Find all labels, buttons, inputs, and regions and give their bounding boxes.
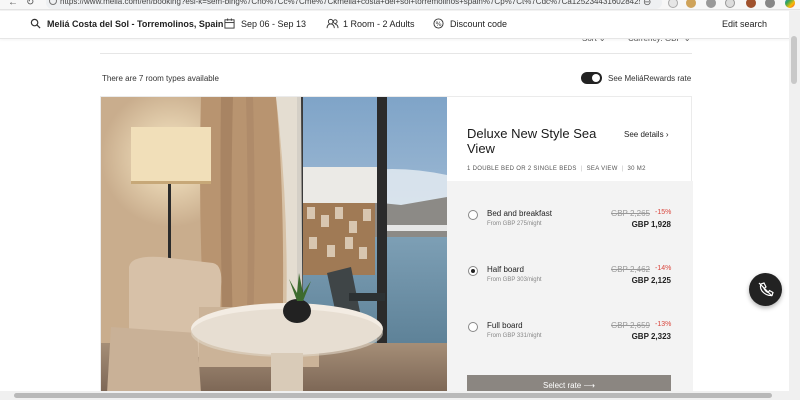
rate-old-price: GBP 2,659 <box>611 321 650 330</box>
hotel-name[interactable]: Meliá Costa del Sol - Torremolinos, Spai… <box>47 18 223 30</box>
rate-discount: -13% <box>655 321 672 328</box>
discount-icon: % <box>433 18 444 29</box>
see-details-link[interactable]: See details › <box>624 130 668 139</box>
rate-radio[interactable] <box>468 210 478 220</box>
room-card: Deluxe New Style Sea View See details › … <box>100 96 693 397</box>
rate-per-night: From GBP 275/night <box>487 221 542 227</box>
copilot-icon[interactable] <box>785 0 795 8</box>
calendar-icon <box>224 18 235 29</box>
extension-icon[interactable] <box>686 0 696 8</box>
stay-dates[interactable]: Sep 06 - Sep 13 <box>241 18 306 30</box>
rate-radio-selected[interactable] <box>468 266 478 276</box>
guests-icon <box>326 18 339 29</box>
feature-size: 30 M2 <box>627 166 646 172</box>
rate-name: Full board <box>487 321 523 330</box>
rate-price: GBP 2,125 <box>631 276 671 285</box>
feature-beds: 1 DOUBLE BED OR 2 SINGLE BEDS <box>467 166 577 172</box>
back-icon[interactable]: ← <box>8 0 18 9</box>
room-title: Deluxe New Style Sea View <box>467 126 597 156</box>
menu-dots-icon[interactable] <box>765 0 775 8</box>
room-features: 1 DOUBLE BED OR 2 SINGLE BEDS | SEA VIEW | 3… <box>467 166 646 172</box>
vertical-scroll-thumb[interactable] <box>791 36 797 84</box>
phone-icon <box>758 282 774 297</box>
search-summary-bar: Meliá Costa del Sol - Torremolinos, Spai… <box>0 11 800 39</box>
refresh-icon[interactable]: ↻ <box>26 0 34 9</box>
browser-toolbar: ← ↻ https://www.melia.com/en/booking?esl… <box>0 0 800 10</box>
rate-old-price: GBP 2,462 <box>611 265 650 274</box>
room-photo[interactable] <box>101 97 447 393</box>
room-photo-image <box>101 97 447 393</box>
rate-discount: -14% <box>655 265 672 272</box>
lock-icon <box>49 0 57 5</box>
extensions-puzzle-icon[interactable] <box>706 0 716 8</box>
rate-per-night: From GBP 303/night <box>487 277 542 283</box>
discount-code[interactable]: Discount code <box>450 18 507 30</box>
url-text: https://www.melia.com/en/booking?esl-k=s… <box>60 0 640 6</box>
rewards-toggle[interactable] <box>581 72 602 84</box>
rate-name: Bed and breakfast <box>487 209 552 218</box>
divider <box>100 53 692 54</box>
zoom-icon[interactable]: ⊖ <box>643 0 651 9</box>
rate-discount: -15% <box>655 209 672 216</box>
room-info: Deluxe New Style Sea View See details › … <box>447 97 693 397</box>
rate-option-bed-and-breakfast[interactable]: Bed and breakfast From GBP 275/night GBP… <box>447 209 693 250</box>
room-guests[interactable]: 1 Room - 2 Adults <box>343 18 415 30</box>
address-bar[interactable]: https://www.melia.com/en/booking?esl-k=s… <box>46 0 662 9</box>
chat-button[interactable] <box>749 273 782 306</box>
rate-old-price: GBP 2,265 <box>611 209 650 218</box>
search-icon <box>30 18 41 29</box>
feature-view: SEA VIEW <box>586 166 618 172</box>
toggle-knob <box>592 74 600 82</box>
favorite-icon[interactable] <box>668 0 678 8</box>
svg-text:%: % <box>435 20 441 28</box>
rate-price: GBP 2,323 <box>631 332 671 341</box>
edit-search-link[interactable]: Edit search <box>722 18 767 30</box>
tab-icon[interactable] <box>725 0 735 8</box>
available-count: There are 7 room types available <box>102 74 219 83</box>
rate-per-night: From GBP 331/night <box>487 333 542 339</box>
profile-avatar[interactable] <box>746 0 756 8</box>
rewards-toggle-label: See MeliáRewards rate <box>608 74 692 83</box>
horizontal-scroll-thumb[interactable] <box>14 393 772 398</box>
rate-radio[interactable] <box>468 322 478 332</box>
rate-option-full-board[interactable]: Full board From GBP 331/night GBP 2,659 … <box>447 321 693 362</box>
rate-price: GBP 1,928 <box>631 220 671 229</box>
rate-option-half-board[interactable]: Half board From GBP 303/night GBP 2,462 … <box>447 265 693 306</box>
rate-name: Half board <box>487 265 524 274</box>
